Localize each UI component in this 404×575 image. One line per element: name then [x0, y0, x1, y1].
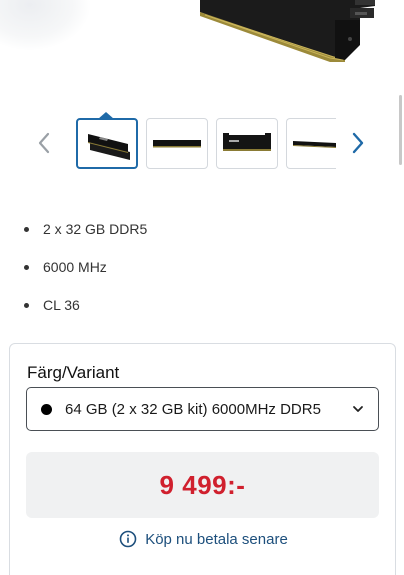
variant-select[interactable]: 64 GB (2 x 32 GB kit) 6000MHz DDR5 [26, 387, 379, 431]
ram-module-front-thumb [223, 133, 271, 151]
price: 9 499:- [159, 469, 246, 500]
pay-later-link[interactable]: Köp nu betala senare [10, 530, 397, 548]
spec-item: CL 36 [22, 286, 147, 324]
thumbnail-4[interactable] [286, 118, 336, 169]
carousel-prev-button[interactable] [33, 128, 55, 158]
color-swatch [41, 403, 52, 415]
thumbnail-3[interactable] [216, 118, 278, 169]
spec-text: 2 x 32 GB DDR5 [43, 221, 148, 237]
bullet-icon [24, 264, 29, 270]
thumbnail-carousel [0, 112, 404, 176]
variant-selected-value: 64 GB (2 x 32 GB kit) 6000MHz DDR5 [65, 400, 321, 418]
info-icon [119, 530, 137, 548]
product-hero-image [0, 0, 404, 100]
spec-item: 6000 MHz [22, 248, 147, 286]
ram-module-angle-thumb [293, 141, 336, 148]
pay-later-label: Köp nu betala senare [145, 530, 288, 548]
spec-text: 6000 MHz [43, 259, 107, 275]
chevron-left-icon [38, 132, 50, 154]
purchase-box: Färg/Variant 64 GB (2 x 32 GB kit) 6000M… [9, 343, 396, 575]
thumbnail-1[interactable] [76, 118, 138, 169]
spec-list: 2 x 32 GB DDR5 6000 MHz CL 36 [22, 210, 147, 324]
spec-item: 2 x 32 GB DDR5 [22, 210, 147, 248]
spec-text: CL 36 [43, 297, 80, 313]
variant-label: Färg/Variant [27, 363, 120, 382]
bullet-icon [24, 226, 29, 232]
carousel-next-button[interactable] [347, 128, 369, 158]
chevron-down-icon [353, 406, 363, 412]
price-panel: 9 499:- [26, 452, 379, 518]
chevron-right-icon [352, 132, 364, 154]
bullet-icon [24, 302, 29, 308]
memory-module-illustration [200, 0, 375, 62]
ram-kit-pair-thumb [88, 134, 130, 160]
ram-module-side-thumb [153, 140, 201, 148]
thumbnail-2[interactable] [146, 118, 208, 169]
